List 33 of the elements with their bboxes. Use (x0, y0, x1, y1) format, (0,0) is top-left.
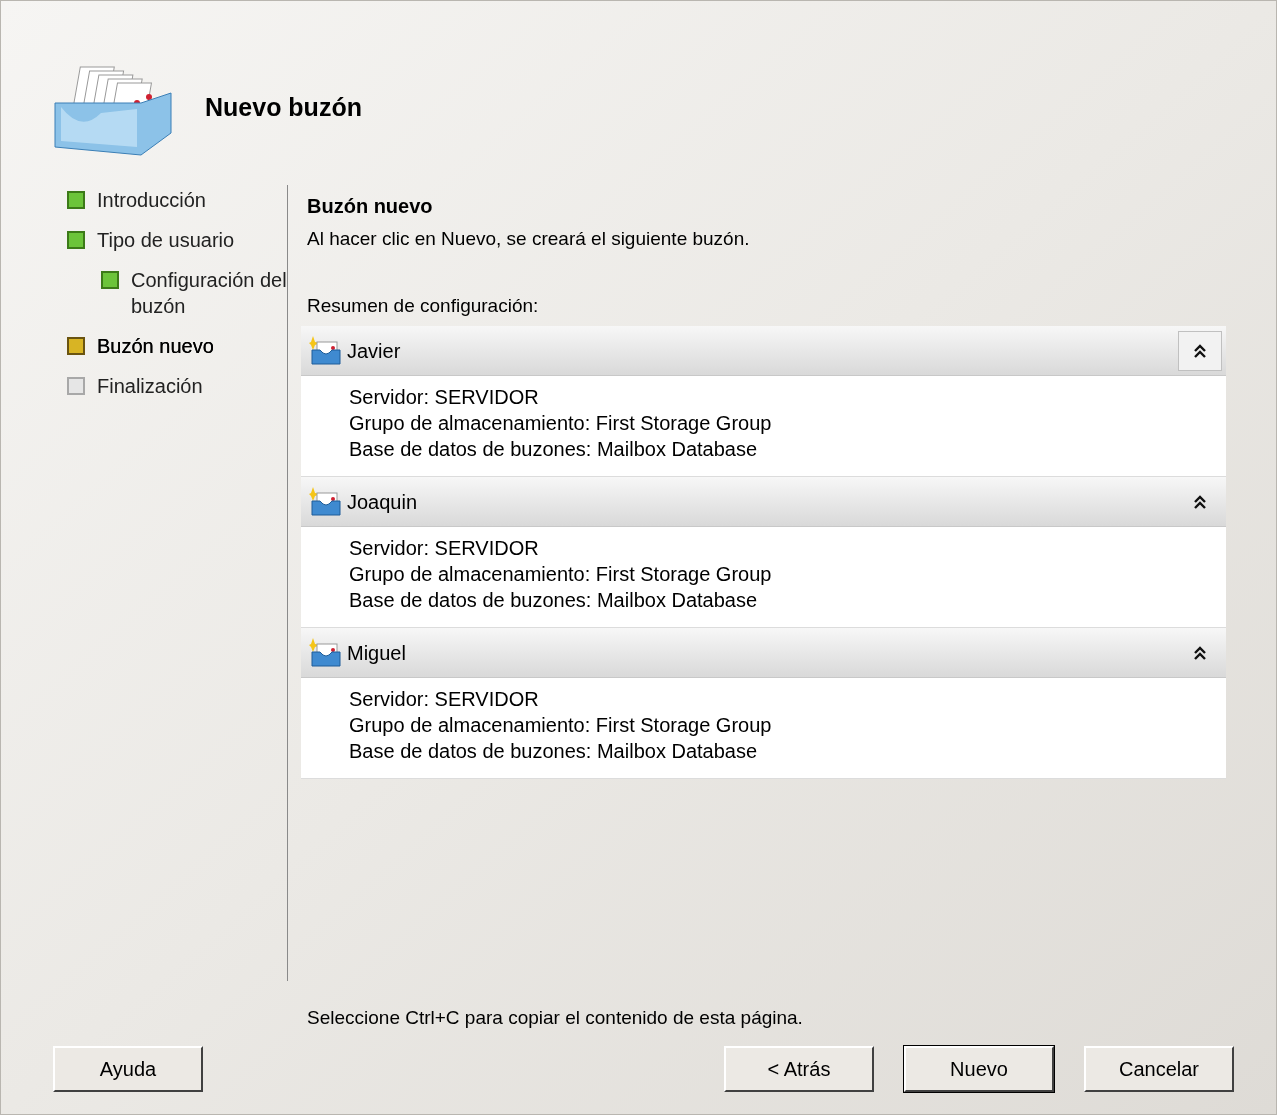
dialog-button[interactable]: Nuevo (904, 1046, 1054, 1092)
detail-line: Grupo de almacenamiento: First Storage Group (349, 411, 773, 436)
detail-line: Base de datos de buzones: Mailbox Database (349, 588, 759, 613)
mailbox-name: Joaquin (347, 489, 419, 515)
detail-line: Base de datos de buzones: Mailbox Database (349, 437, 759, 462)
summary-label: Resumen de configuración: (307, 293, 540, 318)
page-description: Al hacer clic en Nuevo, se creará el siguiente buzón. (307, 227, 751, 251)
collapse-button[interactable] (1178, 330, 1222, 371)
dialog-button[interactable]: Ayuda (53, 1046, 203, 1092)
step-label: Tipo de usuario (97, 228, 236, 253)
mailbox-name: Miguel (347, 640, 407, 666)
page-title: Buzón nuevo (307, 194, 434, 219)
detail-line: Servidor: SERVIDOR (349, 385, 540, 410)
dialog-button[interactable]: < Atrás (724, 1046, 874, 1092)
wizard-title: Nuevo buzón (205, 92, 362, 123)
detail-line: Servidor: SERVIDOR (349, 536, 540, 561)
double-chevron-up-icon (1193, 342, 1207, 359)
new-mailbox-icon (309, 486, 343, 517)
new-mailbox-icon (309, 335, 343, 366)
step-label: Configuración del buzón (131, 268, 287, 319)
detail-line: Base de datos de buzones: Mailbox Database (349, 739, 759, 764)
double-chevron-up-icon (1193, 493, 1207, 510)
detail-line: Grupo de almacenamiento: First Storage Group (349, 562, 773, 587)
step-label: Introducción (97, 188, 207, 213)
dialog-button[interactable]: Cancelar (1084, 1046, 1234, 1092)
new-mailbox-icon (309, 637, 343, 668)
copy-hint: Seleccione Ctrl+C para copiar el contenido de esta página. (307, 1005, 804, 1030)
detail-line: Servidor: SERVIDOR (349, 687, 540, 712)
mailbox-name: Javier (347, 338, 402, 364)
step-label: Finalización (97, 374, 204, 399)
detail-line: Grupo de almacenamiento: First Storage Group (349, 713, 773, 738)
step-label: Buzón nuevo (97, 334, 215, 359)
double-chevron-up-icon (1193, 644, 1207, 661)
